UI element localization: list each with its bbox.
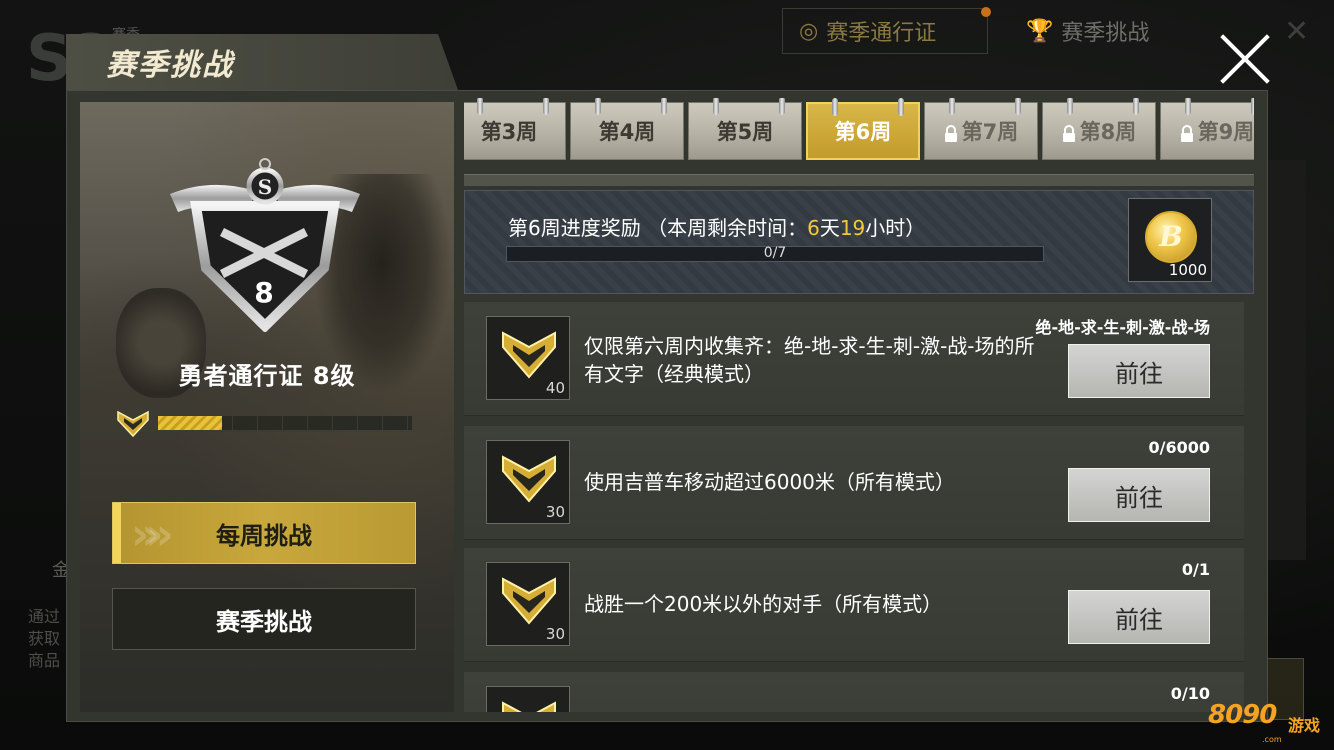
task-description: 使用吉普车移动超过6000米（所有模式）	[584, 470, 955, 494]
coin-icon: B	[1145, 211, 1197, 263]
chevron-rank-icon	[502, 331, 556, 379]
reward-progress-bar: 0/7	[506, 245, 1044, 262]
ring-binder-icon	[832, 98, 838, 116]
background-text-1: 通过	[28, 607, 61, 626]
svg-text:S: S	[258, 175, 272, 199]
dialog-title: 赛季挑战	[106, 48, 234, 83]
watermark-brand-cn: 游戏	[1288, 716, 1321, 735]
ring-binder-icon	[949, 98, 955, 115]
tab-week-label: 第4周	[598, 120, 656, 144]
task-row: 40 仅限第六周内收集齐：绝-地-求-生-刺-激-战-场的所有文字（经典模式） 绝-…	[464, 302, 1244, 416]
tab-season-pass-label: 赛季通行证	[826, 21, 937, 46]
ring-binder-icon	[898, 98, 904, 116]
chevron-rank-icon	[117, 410, 149, 438]
weekly-challenge-button[interactable]: »» 每周挑战	[112, 502, 416, 564]
tab-week-7[interactable]: 第7周	[924, 98, 1038, 160]
chevron-rank-icon	[502, 701, 556, 712]
close-button[interactable]	[1216, 30, 1274, 88]
ring-binder-icon	[1133, 98, 1139, 115]
go-button[interactable]: 前往	[1068, 590, 1210, 644]
tab-week-5[interactable]: 第5周	[688, 98, 802, 160]
go-button[interactable]: 前往	[1068, 468, 1210, 522]
tab-week-label: 第3周	[480, 120, 538, 144]
watermark-domain: .com	[1262, 735, 1282, 744]
task-points: 40	[545, 379, 565, 397]
background-text-2: 获取	[28, 629, 61, 648]
medal-icon: ◎	[799, 18, 819, 44]
ring-binder-icon	[661, 98, 667, 115]
task-row: 30 使用吉普车移动超过6000米（所有模式） 0/6000 前往	[464, 426, 1244, 540]
tabs-divider	[464, 174, 1254, 186]
watermark-brand: 8090	[1208, 700, 1277, 730]
chevrons-decoration-icon: »»	[131, 509, 174, 560]
task-progress: 0/6000	[1148, 438, 1210, 457]
ring-binder-icon	[1015, 98, 1021, 115]
task-reward-box	[486, 686, 570, 712]
task-list[interactable]: 40 仅限第六周内收集齐：绝-地-求-生-刺-激-战-场的所有文字（经典模式） 绝-…	[464, 302, 1244, 712]
go-button[interactable]: 前往	[1068, 344, 1210, 398]
season-challenge-button[interactable]: 赛季挑战	[112, 588, 416, 650]
reward-title: 第6周进度奖励 （本周剩余时间：6天19小时）	[508, 212, 925, 241]
chevron-rank-icon	[502, 577, 556, 625]
tab-season-challenge-label: 赛季挑战	[1061, 21, 1150, 46]
background-close-icon: ✕	[1284, 14, 1310, 49]
tab-week-8[interactable]: 第8周	[1042, 98, 1156, 160]
reward-days-unit: 天	[819, 216, 840, 240]
weekly-challenge-label: 每周挑战	[216, 521, 312, 550]
tab-week-label: 第8周	[1079, 120, 1137, 144]
task-row: 30 战胜一个200米以外的对手（所有模式） 0/1 前往	[464, 548, 1244, 662]
task-points: 30	[545, 503, 565, 521]
task-reward-box: 40	[486, 316, 570, 400]
lock-icon	[1180, 124, 1194, 142]
pass-progress-bar	[158, 416, 412, 430]
reward-days-number: 6	[807, 216, 820, 240]
task-reward-box: 30	[486, 440, 570, 524]
ring-binder-icon	[779, 98, 785, 115]
ring-binder-icon	[713, 98, 719, 115]
task-reward-box: 30	[486, 562, 570, 646]
tab-season-challenge[interactable]: 🏆 赛季挑战	[1010, 8, 1180, 54]
task-progress: 0/1	[1181, 560, 1210, 579]
task-description: 战胜一个200米以外的对手（所有模式）	[584, 592, 943, 616]
reward-progress-text: 0/7	[763, 245, 787, 261]
ring-binder-icon	[1251, 98, 1254, 115]
ring-binder-icon	[1185, 98, 1191, 115]
rank-number: 8	[254, 276, 274, 309]
tab-week-label: 第7周	[961, 120, 1019, 144]
tab-week-6[interactable]: 第6周	[806, 98, 920, 160]
ring-binder-icon	[595, 98, 601, 115]
chevron-rank-icon	[502, 455, 556, 503]
ring-binder-icon	[543, 98, 549, 115]
task-progress: 0/10	[1170, 684, 1210, 703]
task-description: 仅限第六周内收集齐：绝-地-求-生-刺-激-战-场的所有文字（经典模式）	[584, 334, 1035, 386]
pass-progress-fill	[158, 416, 222, 430]
task-row: 0/10	[464, 672, 1244, 712]
tab-week-3[interactable]: 第3周	[464, 98, 566, 160]
trophy-icon: 🏆	[1026, 18, 1054, 44]
tab-week-label: 第9周	[1197, 120, 1254, 144]
reward-item[interactable]: B 1000	[1128, 198, 1212, 282]
tab-week-label: 第5周	[716, 120, 774, 144]
tab-week-4[interactable]: 第4周	[570, 98, 684, 160]
ring-binder-icon	[1067, 98, 1073, 115]
lock-icon	[1062, 124, 1076, 142]
pass-title: 勇者通行证 8级	[178, 362, 356, 390]
reward-coin-amount: 1000	[1168, 261, 1207, 279]
notification-dot	[981, 7, 991, 17]
reward-hours-unit: 小时）	[865, 216, 926, 240]
reward-title-prefix: 第6周进度奖励 （本周剩余时间：	[508, 216, 808, 240]
lock-icon	[944, 124, 958, 142]
season-challenge-label: 赛季挑战	[216, 607, 312, 636]
reward-hours-number: 19	[839, 216, 866, 240]
ring-binder-icon	[477, 98, 483, 115]
tab-week-label: 第6周	[834, 120, 892, 144]
task-progress: 绝-地-求-生-刺-激-战-场	[1035, 318, 1211, 337]
week-tabs: 第3周 第4周 第5周 第6周 第7周 第8周 第9周	[464, 98, 1254, 164]
tab-week-9[interactable]: 第9周	[1160, 98, 1254, 160]
background-text-3: 商品	[28, 651, 61, 670]
task-points: 30	[545, 625, 565, 643]
tab-season-pass[interactable]: ◎ 赛季通行证	[782, 7, 991, 54]
